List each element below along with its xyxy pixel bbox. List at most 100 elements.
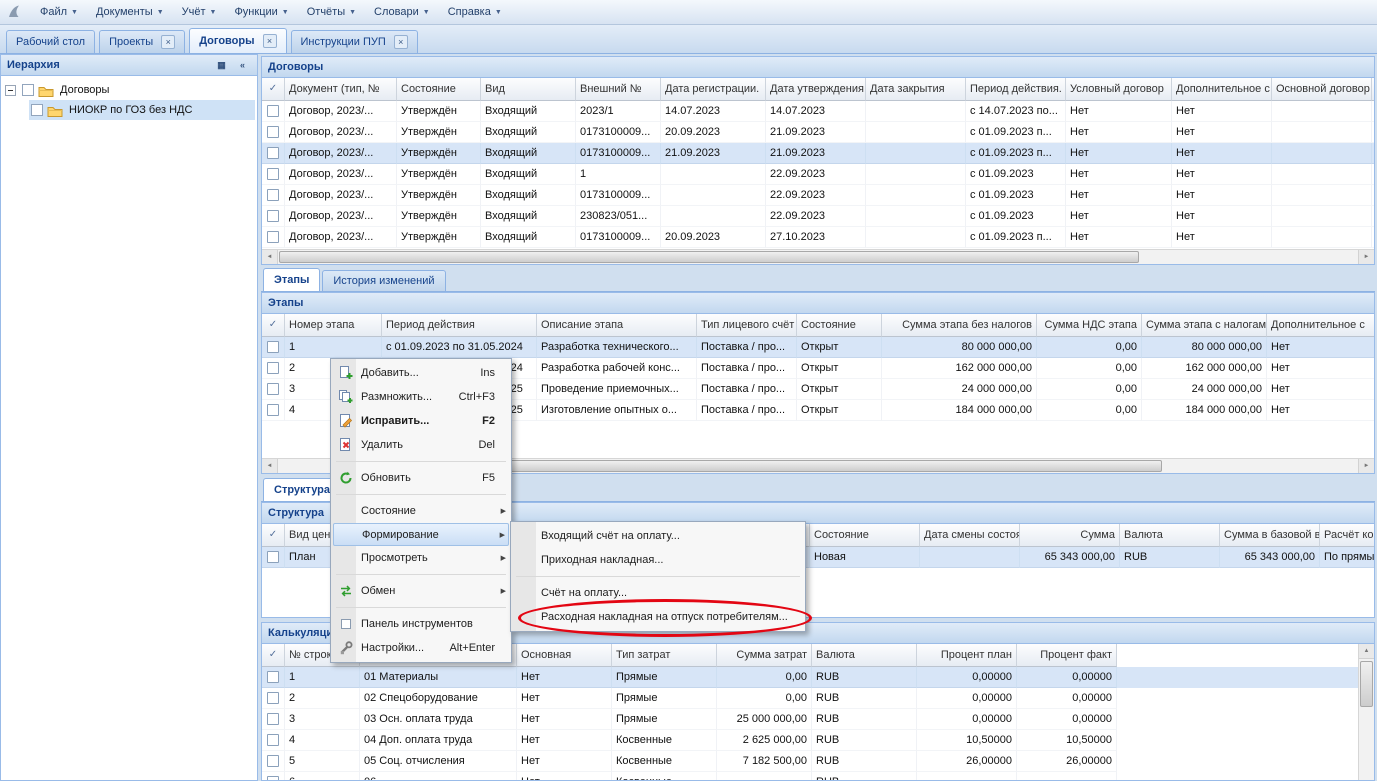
row-checkbox[interactable] <box>267 404 279 416</box>
row-checkbox[interactable] <box>267 210 279 222</box>
table-row[interactable]: Договор, 2023/...УтверждёнВходящий017310… <box>262 227 1374 248</box>
table-row[interactable]: 404 Доп. оплата трудаНетКосвенные2 625 0… <box>262 730 1358 751</box>
column-header[interactable]: Валюта <box>812 644 917 667</box>
tree-checkbox[interactable] <box>31 104 43 116</box>
column-header[interactable]: Дата регистрации. <box>661 78 766 101</box>
table-row[interactable]: 202 СпецоборудованиеНетПрямые0,00RUB0,00… <box>262 688 1358 709</box>
menu-item-incoming-payment-invoice[interactable]: Входящий счёт на оплату... <box>513 524 803 548</box>
column-header[interactable]: Сумма в базовой в <box>1220 524 1320 547</box>
row-checkbox[interactable] <box>267 776 279 780</box>
menu-item-delete[interactable]: УдалитьDel <box>333 433 509 457</box>
table-row[interactable]: Договор, 2023/...УтверждёнВходящий2023/1… <box>262 101 1374 122</box>
row-checkbox[interactable] <box>267 383 279 395</box>
tab-desktop[interactable]: Рабочий стол <box>6 30 95 53</box>
menu-item-payment-invoice[interactable]: Счёт на оплату... <box>513 581 803 605</box>
column-header[interactable]: Период действия <box>382 314 537 337</box>
table-row[interactable]: 606 ...НетКосвенныеRUB <box>262 772 1358 780</box>
row-checkbox[interactable] <box>267 231 279 243</box>
column-header[interactable]: Условный договор <box>1066 78 1172 101</box>
row-checkbox[interactable] <box>267 755 279 767</box>
table-row[interactable]: Договор, 2023/...УтверждёнВходящий230823… <box>262 206 1374 227</box>
column-header[interactable]: Период действия. <box>966 78 1066 101</box>
column-header[interactable]: Сумма <box>1020 524 1120 547</box>
menubar-item-accounting[interactable]: Учёт▼ <box>173 3 226 21</box>
menubar-item-help[interactable]: Справка▼ <box>439 3 511 21</box>
select-all-column-header[interactable]: ✓ <box>262 644 285 667</box>
tree-node[interactable]: Договоры <box>3 80 255 100</box>
tab-projects[interactable]: Проекты× <box>99 30 185 53</box>
row-checkbox[interactable] <box>267 692 279 704</box>
menu-item-exchange[interactable]: Обмен▶ <box>333 579 509 603</box>
hierarchy-collapse-icon[interactable]: « <box>234 59 251 73</box>
column-header[interactable]: Валюта <box>1120 524 1220 547</box>
column-header[interactable]: Тип лицевого счёт <box>697 314 797 337</box>
select-all-column-header[interactable]: ✓ <box>262 524 285 547</box>
menubar-item-documents[interactable]: Документы▼ <box>87 3 173 21</box>
menubar-item-file[interactable]: Файл▼ <box>31 3 87 21</box>
tab-close-icon[interactable]: × <box>161 35 175 49</box>
column-header[interactable]: Дата смены состоя <box>920 524 1020 547</box>
column-header[interactable]: Процент факт <box>1017 644 1117 667</box>
column-header[interactable]: Внешний № <box>576 78 661 101</box>
row-checkbox[interactable] <box>267 147 279 159</box>
row-checkbox[interactable] <box>267 168 279 180</box>
scroll-thumb[interactable] <box>487 460 1162 472</box>
tab-contracts[interactable]: Договоры× <box>189 28 286 53</box>
table-row[interactable]: Договор, 2023/...УтверждёнВходящий122.09… <box>262 164 1374 185</box>
calculation-v-scrollbar[interactable]: ▲ <box>1358 644 1374 780</box>
scroll-up-icon[interactable]: ▲ <box>1359 644 1374 659</box>
select-all-column-header[interactable]: ✓ <box>262 314 285 337</box>
table-row[interactable]: 505 Соц. отчисленияНетКосвенные7 182 500… <box>262 751 1358 772</box>
column-header[interactable]: Вид <box>481 78 576 101</box>
row-checkbox[interactable] <box>267 734 279 746</box>
column-header[interactable]: Дополнительное с <box>1267 314 1374 337</box>
scroll-right-icon[interactable]: ► <box>1358 250 1374 264</box>
row-checkbox[interactable] <box>267 105 279 117</box>
menu-item-view[interactable]: Просмотреть▶ <box>333 546 509 570</box>
table-row[interactable]: 101 МатериалыНетПрямые0,00RUB0,000000,00… <box>262 667 1358 688</box>
menubar-item-functions[interactable]: Функции▼ <box>225 3 297 21</box>
contracts-h-scrollbar[interactable]: ◄ ► <box>262 249 1374 264</box>
column-header[interactable]: Описание этапа <box>537 314 697 337</box>
row-checkbox[interactable] <box>267 189 279 201</box>
select-all-column-header[interactable]: ✓ <box>262 78 285 101</box>
column-header[interactable]: Дата утверждения <box>766 78 866 101</box>
menu-item-duplicate[interactable]: Размножить...Ctrl+F3 <box>333 385 509 409</box>
menubar-item-reports[interactable]: Отчёты▼ <box>298 3 365 21</box>
table-row[interactable]: 1с 01.09.2023 по 31.05.2024Разработка те… <box>262 337 1374 358</box>
column-header[interactable]: Основной договор <box>1272 78 1372 101</box>
column-header[interactable]: Сумма НДС этапа <box>1037 314 1142 337</box>
tab-stages[interactable]: Этапы <box>263 268 320 291</box>
scroll-left-icon[interactable]: ◄ <box>262 250 278 264</box>
column-header[interactable] <box>1372 78 1374 101</box>
column-header[interactable]: Сумма затрат <box>717 644 812 667</box>
menu-item-settings[interactable]: Настройки...Alt+Enter <box>333 636 509 660</box>
column-header[interactable]: Сумма этапа без налогов <box>882 314 1037 337</box>
column-header[interactable]: Состояние <box>397 78 481 101</box>
column-header[interactable]: Основная <box>517 644 612 667</box>
row-checkbox[interactable] <box>267 551 279 563</box>
column-header[interactable]: Процент план <box>917 644 1017 667</box>
table-row[interactable]: Договор, 2023/...УтверждёнВходящий017310… <box>262 122 1374 143</box>
menu-item-add[interactable]: Добавить...Ins <box>333 361 509 385</box>
table-row[interactable]: Договор, 2023/...УтверждёнВходящий017310… <box>262 143 1374 164</box>
row-checkbox[interactable] <box>267 671 279 683</box>
column-header[interactable]: Дата закрытия <box>866 78 966 101</box>
tab-pup-instructions[interactable]: Инструкции ПУП× <box>291 30 418 53</box>
tab-change-history[interactable]: История изменений <box>322 270 445 291</box>
tree-expander-icon[interactable] <box>5 85 16 96</box>
row-checkbox[interactable] <box>267 362 279 374</box>
menubar-item-dictionaries[interactable]: Словари▼ <box>365 3 439 21</box>
menu-item-receipt-note[interactable]: Приходная накладная... <box>513 548 803 572</box>
tab-close-icon[interactable]: × <box>263 34 277 48</box>
table-row[interactable]: 303 Осн. оплата трудаНетПрямые25 000 000… <box>262 709 1358 730</box>
tree-node[interactable]: НИОКР по ГОЗ без НДС <box>3 100 255 120</box>
column-header[interactable]: Расчёт ко <box>1320 524 1374 547</box>
menu-item-consumer-dispatch-note[interactable]: Расходная накладная на отпуск потребител… <box>513 605 803 629</box>
column-header[interactable]: Состояние <box>797 314 882 337</box>
menu-item-edit[interactable]: Исправить...F2 <box>333 409 509 433</box>
table-row[interactable]: Договор, 2023/...УтверждёнВходящий017310… <box>262 185 1374 206</box>
column-header[interactable]: Дополнительное с <box>1172 78 1272 101</box>
scroll-left-icon[interactable]: ◄ <box>262 459 278 473</box>
row-checkbox[interactable] <box>267 713 279 725</box>
